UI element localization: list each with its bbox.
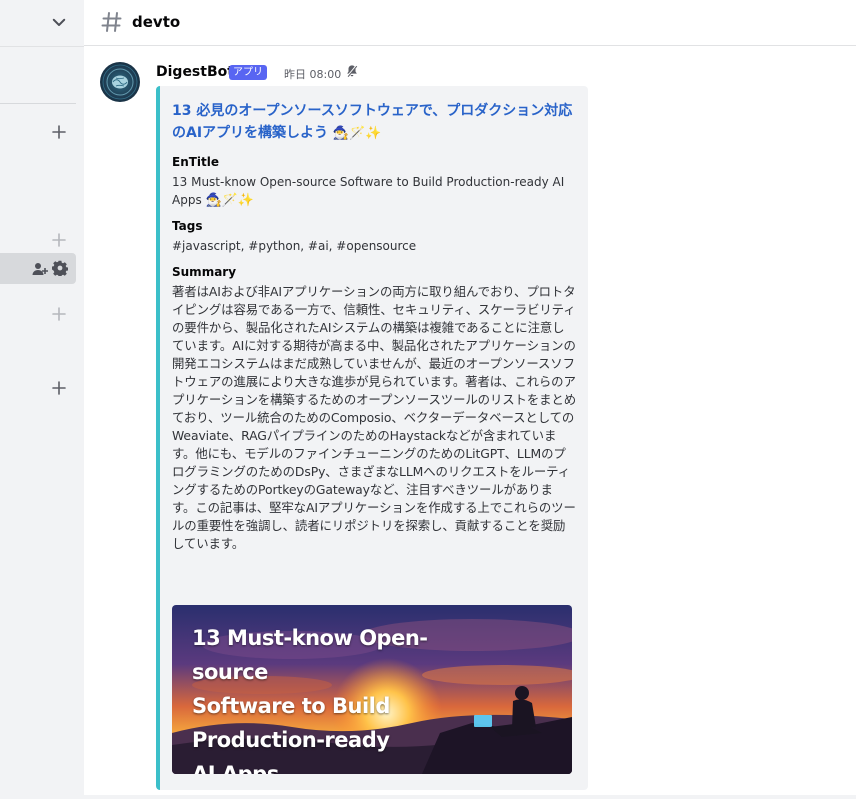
gear-icon[interactable] [52, 260, 68, 276]
field-name-entitle: EnTitle [172, 155, 220, 169]
sidebar-divider [0, 46, 84, 47]
plus-icon[interactable] [52, 307, 66, 321]
plus-icon[interactable] [52, 381, 66, 395]
channel-sidebar [0, 0, 84, 799]
field-value-entitle: 13 Must-know Open-source Software to Bui… [172, 173, 576, 210]
chevron-down-icon[interactable] [50, 13, 68, 31]
channel-header: devto [84, 0, 856, 46]
sidebar-divider [0, 103, 76, 104]
embed-image-caption: 13 Must-know Open-source Software to Bui… [192, 621, 492, 774]
message-author[interactable]: DigestBot [156, 64, 234, 80]
field-value-summary: 著者はAIおよび非AIアプリケーションの両方に取り組んでおり、プロトタイピングは… [172, 284, 576, 551]
server-header[interactable] [0, 0, 84, 46]
add-user-icon[interactable] [32, 261, 48, 277]
discord-window: devto DigestBot アプリ 昨日 08:00 13 必見のオープンソ… [0, 0, 856, 799]
hashtag-icon [101, 12, 122, 32]
next-message-edge [84, 795, 856, 799]
field-name-summary: Summary [172, 265, 237, 279]
bell-slash-icon [346, 65, 358, 78]
field-value-tags: #javascript, #python, #ai, #opensource [172, 239, 417, 253]
channel-title: devto [132, 13, 181, 31]
wizard-emoji: 🧙‍♂️🪄✨ [332, 126, 382, 141]
app-badge: アプリ [229, 65, 267, 80]
caption-line: Software to Build [192, 694, 390, 718]
wizard-emoji: 🧙‍♂️🪄✨ [205, 193, 255, 208]
plus-icon[interactable] [52, 125, 66, 139]
brain-icon [102, 64, 138, 100]
message-timestamp: 昨日 08:00 [284, 68, 342, 81]
field-name-tags: Tags [172, 219, 203, 233]
caption-line: 13 Must-know Open-source [192, 626, 428, 684]
plus-icon[interactable] [52, 233, 66, 247]
embed-title-link[interactable]: 13 必見のオープンソースソフトウェアで、プロダクション対応のAIアプリを構築し… [172, 100, 576, 145]
avatar[interactable] [100, 62, 140, 102]
embed-image[interactable]: 13 Must-know Open-source Software to Bui… [172, 605, 572, 774]
caption-line: AI Apps [192, 762, 279, 774]
message-embed: 13 必見のオープンソースソフトウェアで、プロダクション対応のAIアプリを構築し… [156, 86, 588, 790]
caption-line: Production-ready [192, 728, 390, 752]
